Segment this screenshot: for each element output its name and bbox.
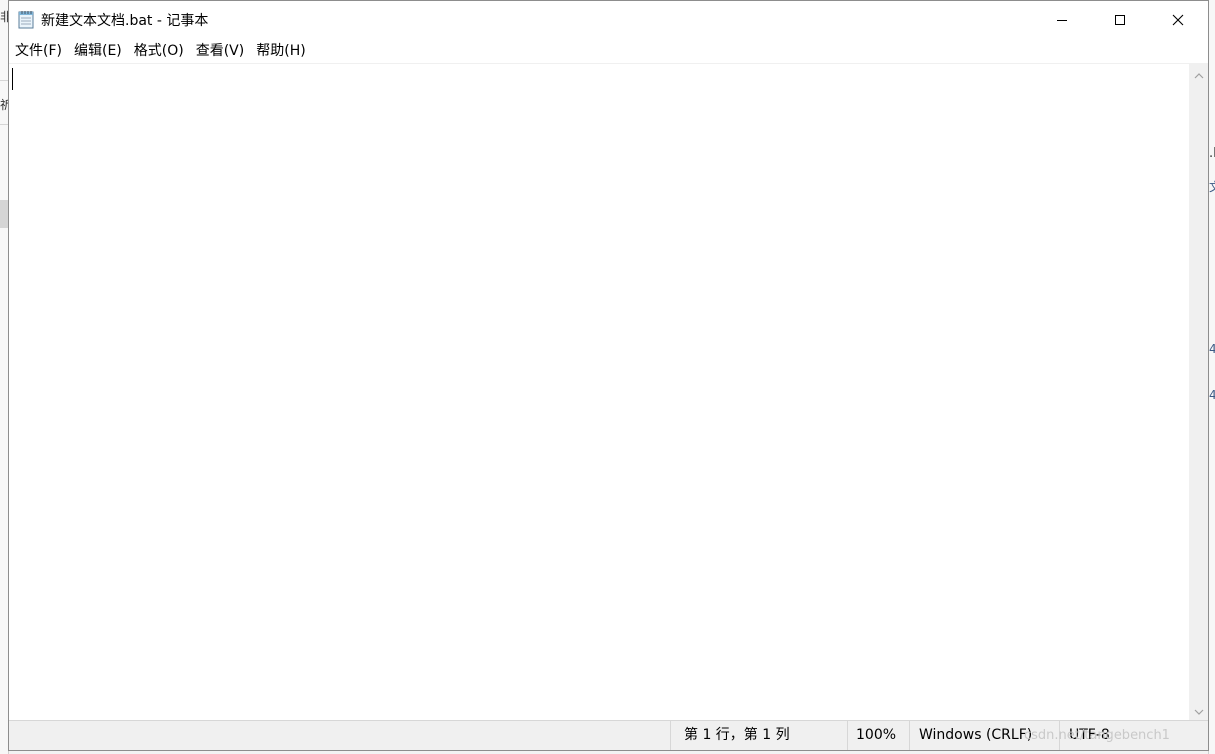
menu-file[interactable]: 文件(F) (9, 39, 68, 63)
chevron-down-icon (1194, 700, 1204, 719)
minimize-button[interactable] (1033, 1, 1091, 39)
maximize-icon (1114, 11, 1126, 30)
menu-view[interactable]: 查看(V) (190, 39, 251, 63)
background-glyph: 非 (0, 10, 8, 24)
scroll-up-button[interactable] (1189, 65, 1208, 82)
scroll-down-button[interactable] (1189, 701, 1208, 718)
text-caret (12, 68, 13, 90)
line-ending: Windows (CRLF) (909, 721, 1059, 750)
notepad-window: 新建文本文档.bat - 记事本 文件(F) 编辑(E) 格式(O) 查看(V)… (8, 0, 1209, 751)
vertical-scrollbar[interactable] (1189, 63, 1208, 720)
title-bar[interactable]: 新建文本文档.bat - 记事本 (9, 1, 1208, 39)
close-button[interactable] (1149, 1, 1207, 39)
window-title: 新建文本文档.bat - 记事本 (41, 13, 209, 29)
text-editor[interactable] (9, 63, 1189, 720)
chevron-up-icon (1194, 64, 1204, 83)
close-icon (1172, 11, 1184, 30)
minimize-icon (1056, 11, 1068, 30)
background-glyph: .l (1209, 146, 1215, 161)
maximize-button[interactable] (1091, 1, 1149, 39)
menu-edit[interactable]: 编辑(E) (68, 39, 128, 63)
encoding: UTF-8 (1059, 721, 1209, 750)
notepad-icon[interactable] (18, 10, 35, 29)
background-glyph: 祈 (0, 98, 8, 112)
cursor-position: 第 1 行，第 1 列 (670, 721, 847, 750)
status-bar: 第 1 行，第 1 列 100% Windows (CRLF) UTF-8 (9, 720, 1208, 750)
background-window-right-edge: .l 文 4 4 (1208, 0, 1215, 754)
background-glyph: 文 (1209, 178, 1215, 195)
background-glyph: 4 (1209, 342, 1215, 356)
menu-bar: 文件(F) 编辑(E) 格式(O) 查看(V) 帮助(H) (9, 39, 1208, 63)
menu-format[interactable]: 格式(O) (128, 39, 190, 63)
menu-help[interactable]: 帮助(H) (250, 39, 311, 63)
background-glyph: 4 (1209, 388, 1215, 402)
zoom-level: 100% (847, 721, 909, 750)
